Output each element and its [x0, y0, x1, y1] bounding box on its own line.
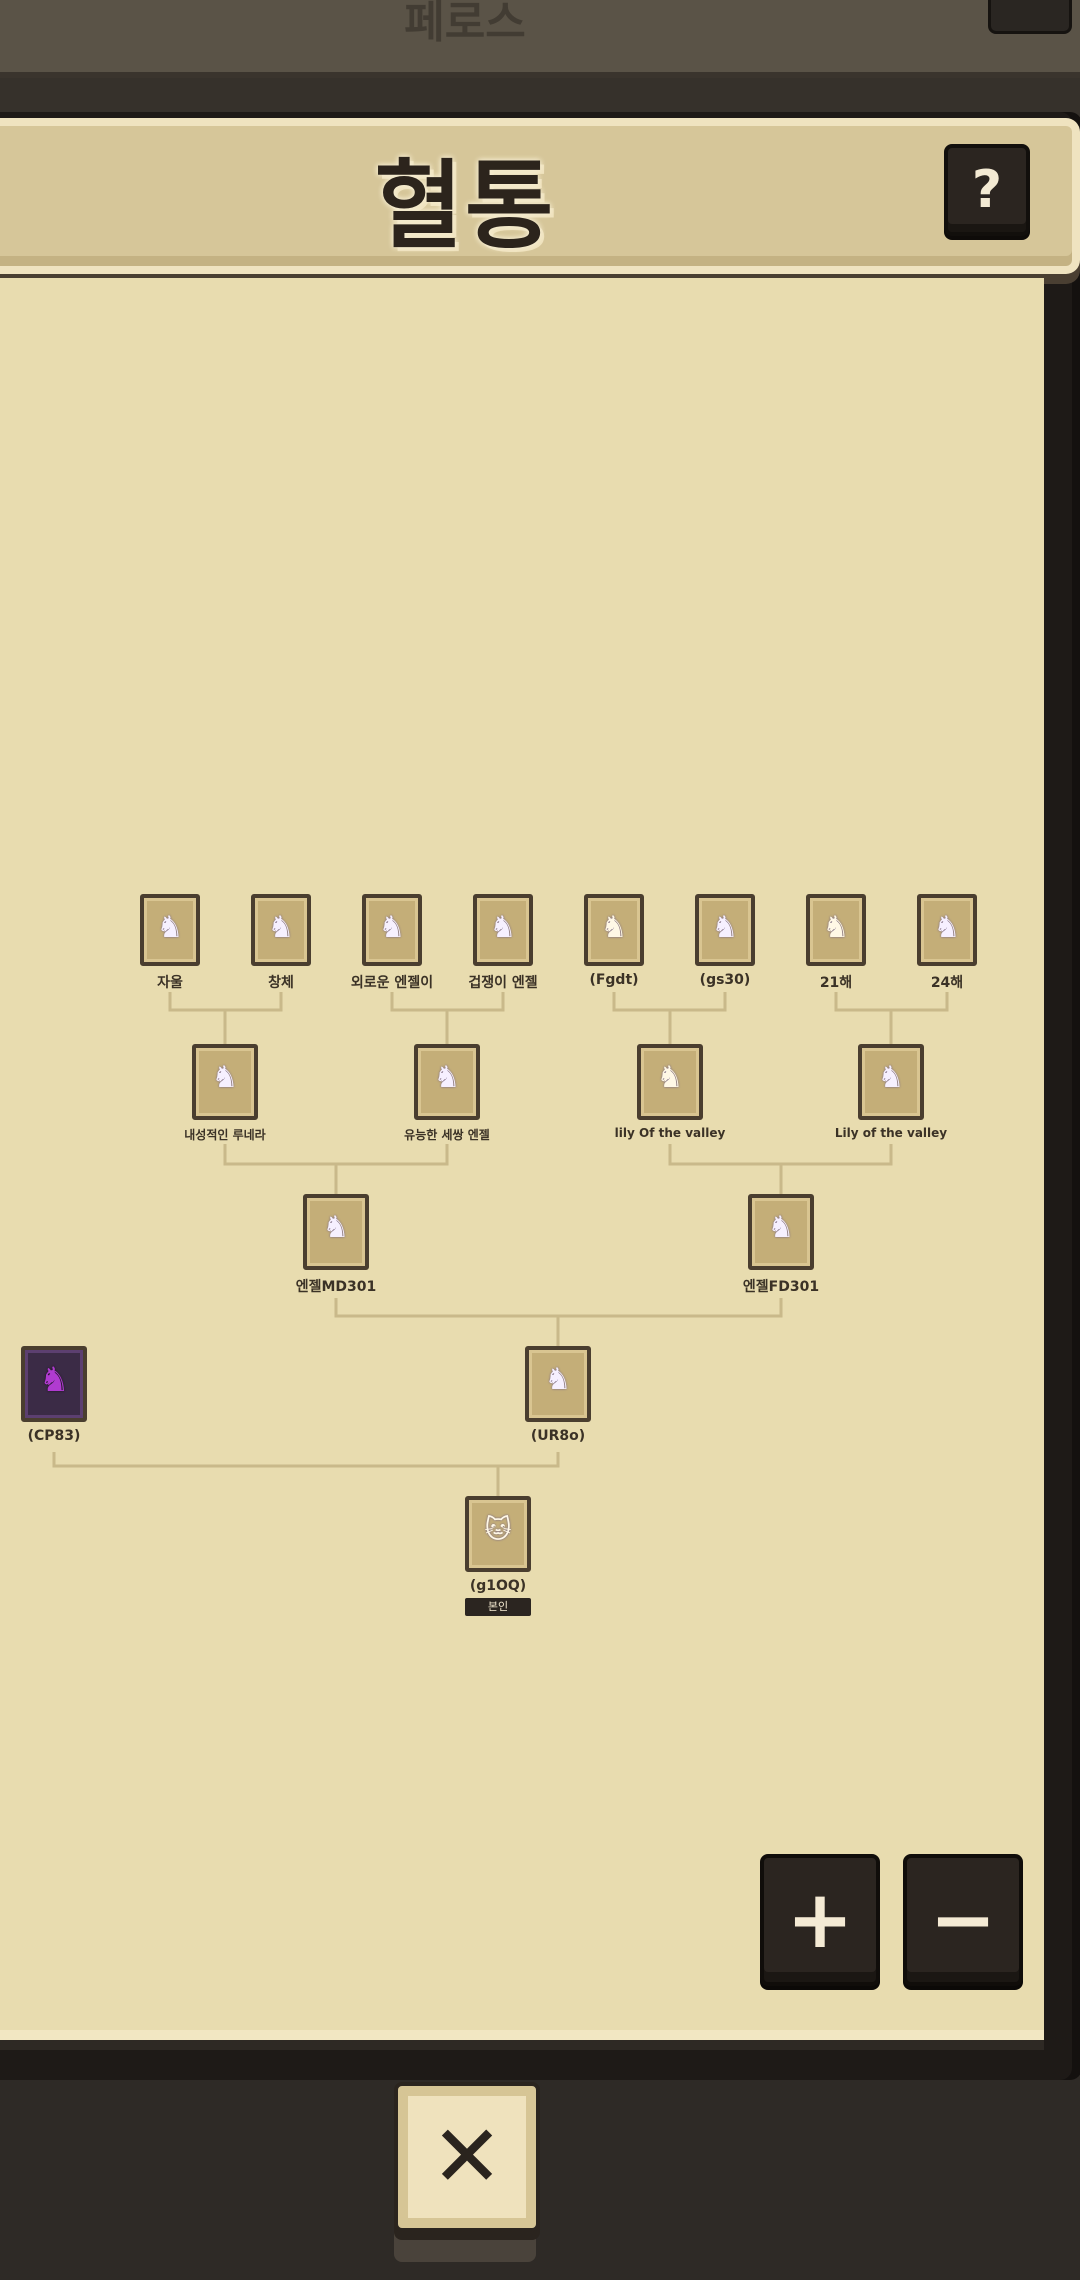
unicorn-icon: ♞: [378, 910, 406, 945]
pedigree-name: 내성적인 루네라: [184, 1128, 266, 1142]
portrait-frame: ♞: [584, 894, 644, 966]
zoom-in-button[interactable]: +: [760, 1854, 880, 1986]
pedigree-node[interactable]: ♞ (CP83): [0, 1346, 114, 1444]
pedigree-name: (gs30): [699, 972, 751, 988]
pedigree-name: 엔젤FD301: [742, 1279, 820, 1295]
pedigree-node-self[interactable]: 🐱 (g1OQ) 본인: [438, 1496, 558, 1616]
pedigree-node[interactable]: ♞ 창체: [221, 894, 341, 992]
unicorn-icon: ♞: [600, 910, 628, 945]
portrait-frame: ♞: [251, 894, 311, 966]
pedigree-name: (Fgdt): [589, 972, 639, 988]
portrait-frame: 🐱: [465, 1496, 531, 1572]
portrait-frame: ♞: [637, 1044, 703, 1120]
unicorn-icon: ♞: [933, 910, 961, 945]
unicorn-icon: ♞: [322, 1210, 350, 1245]
pedigree-name: (UR8o): [530, 1428, 586, 1444]
cat-icon: 🐱: [484, 1515, 512, 1545]
pedigree-node[interactable]: ♞ 24해: [887, 894, 1007, 992]
portrait-frame: ♞: [806, 894, 866, 966]
unicorn-icon: ♞: [822, 910, 850, 945]
pedigree-node[interactable]: ♞ Lily of the valley: [831, 1044, 951, 1140]
pedigree-node[interactable]: ♞ (gs30): [665, 894, 785, 988]
pedigree-node[interactable]: ♞ (UR8o): [498, 1346, 618, 1444]
pedigree-node[interactable]: ♞ (Fgdt): [554, 894, 674, 988]
pedigree-name: 유능한 세쌍 엔젤: [404, 1128, 490, 1142]
pedigree-node[interactable]: ♞ lily Of the valley: [610, 1044, 730, 1140]
pedigree-name: Lily of the valley: [834, 1126, 948, 1140]
unicorn-icon: ♞: [267, 910, 295, 945]
portrait-frame: ♞: [140, 894, 200, 966]
pedigree-name: 24해: [930, 975, 964, 991]
pedigree-name: (CP83): [27, 1428, 81, 1444]
pedigree-name: 겁쟁이 엔젤: [468, 975, 538, 991]
pedigree-node[interactable]: ♞ 외로운 엔젤이: [332, 894, 452, 992]
portrait-frame: ♞: [362, 894, 422, 966]
pedigree-name: 엔젤MD301: [295, 1279, 377, 1295]
unicorn-icon: ♞: [544, 1362, 572, 1397]
unicorn-icon: ♞: [156, 910, 184, 945]
portrait-frame: ♞: [414, 1044, 480, 1120]
unicorn-icon: ♞: [656, 1060, 684, 1095]
portrait-frame: ♞: [748, 1194, 814, 1270]
self-badge: 본인: [465, 1598, 531, 1616]
unicorn-icon: ♞: [211, 1060, 239, 1095]
pedigree-name: 외로운 엔젤이: [350, 975, 434, 991]
portrait-frame: ♞: [525, 1346, 591, 1422]
unicorn-icon: ♞: [489, 910, 517, 945]
unicorn-icon: ♞: [767, 1210, 795, 1245]
unicorn-icon: ♞: [711, 910, 739, 945]
pedigree-node[interactable]: ♞ 엔젤MD301: [276, 1194, 396, 1296]
pedigree-name: 21해: [819, 975, 853, 991]
unicorn-icon: ♞: [433, 1060, 461, 1095]
pedigree-name: 창체: [268, 975, 294, 991]
dark-creature-icon: ♞: [39, 1360, 70, 1400]
pedigree-node[interactable]: ♞ 겁쟁이 엔젤: [443, 894, 563, 992]
portrait-frame: ♞: [473, 894, 533, 966]
pedigree-name: (g1OQ): [469, 1578, 527, 1594]
pedigree-node[interactable]: ♞ 내성적인 루네라: [165, 1044, 285, 1143]
portrait-frame: ♞: [695, 894, 755, 966]
portrait-frame: ♞: [858, 1044, 924, 1120]
pedigree-node[interactable]: ♞ 21해: [776, 894, 896, 992]
pedigree-node[interactable]: ♞ 유능한 세쌍 엔젤: [387, 1044, 507, 1143]
pedigree-name: lily Of the valley: [614, 1126, 726, 1140]
zoom-out-button[interactable]: −: [903, 1854, 1023, 1986]
pedigree-name: 자울: [157, 975, 183, 991]
unicorn-icon: ♞: [877, 1060, 905, 1095]
pedigree-node[interactable]: ♞ 자울: [110, 894, 230, 992]
close-button[interactable]: ✕: [394, 2082, 540, 2232]
portrait-frame: ♞: [303, 1194, 369, 1270]
portrait-frame: ♞: [21, 1346, 87, 1422]
portrait-frame: ♞: [192, 1044, 258, 1120]
pedigree-node[interactable]: ♞ 엔젤FD301: [721, 1194, 841, 1296]
portrait-frame: ♞: [917, 894, 977, 966]
